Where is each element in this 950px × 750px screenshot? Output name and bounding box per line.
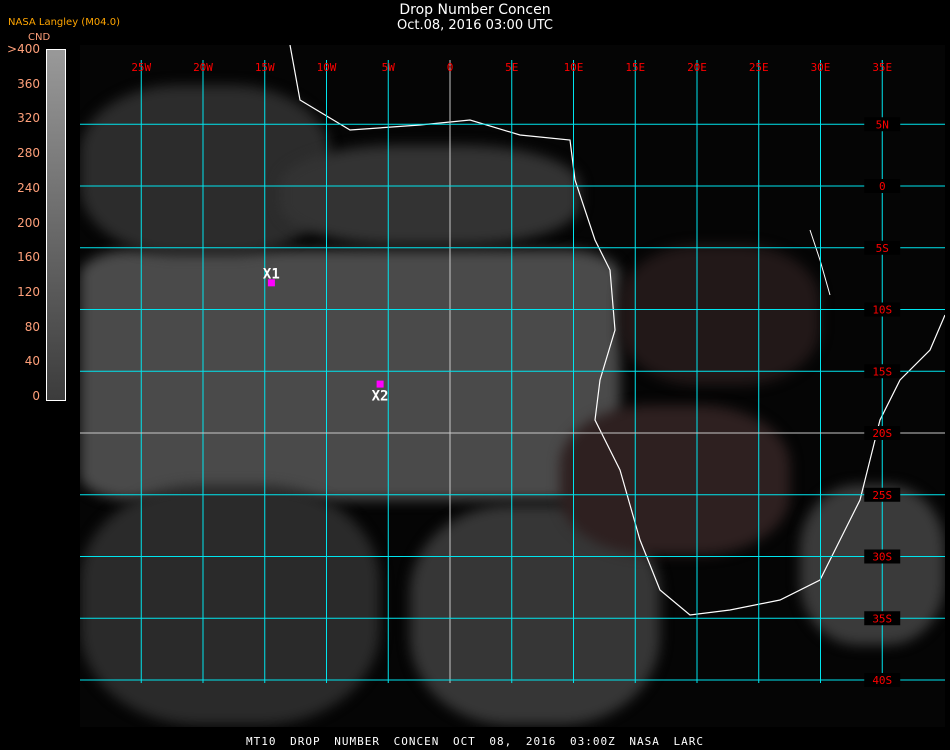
scale-tick-label: 80 bbox=[24, 319, 40, 334]
scale-tick-label: 40 bbox=[24, 354, 40, 369]
lat-label: 25S bbox=[872, 489, 892, 502]
lat-label: 10S bbox=[872, 304, 892, 317]
scale-tick-label: 280 bbox=[17, 146, 40, 161]
lat-label: 40S bbox=[872, 674, 892, 687]
lon-label: 25W bbox=[131, 61, 151, 74]
map-overlay: 25W 20W 15W 10W 5W 0 5E 10E 15E 20E 25E 30E 35E 5N 0 5S… bbox=[80, 45, 945, 687]
lon-label: 10W bbox=[317, 61, 337, 74]
lon-label: 25E bbox=[749, 61, 769, 74]
scale-tick-label: 320 bbox=[17, 111, 40, 126]
brand-label: NASA Langley (M04.0) bbox=[8, 17, 120, 28]
scale-tick-label: 160 bbox=[17, 250, 40, 265]
lat-label: 30S bbox=[872, 551, 892, 564]
scale-tick-label: 360 bbox=[17, 76, 40, 91]
chart-subtitle: Oct.08, 2016 03:00 UTC bbox=[397, 18, 553, 33]
lon-label: 15E bbox=[625, 61, 645, 74]
chart-title: Drop Number Concen bbox=[399, 2, 551, 18]
lon-label: 5E bbox=[505, 61, 518, 74]
lon-label: 30E bbox=[811, 61, 831, 74]
scale-tick-label: 0 bbox=[32, 389, 40, 403]
lat-label: 35S bbox=[872, 612, 892, 625]
satellite-map: 25W 20W 15W 10W 5W 0 5E 10E 15E 20E 25E 30E 35E 5N 0 5S… bbox=[80, 45, 945, 727]
scale-tick-label: 120 bbox=[17, 284, 40, 299]
lat-label: 20S bbox=[872, 427, 892, 440]
scale-tick-label: 240 bbox=[17, 180, 40, 195]
marker-label: X1 bbox=[263, 266, 280, 282]
color-scale-bar bbox=[46, 49, 66, 401]
marker-label: X2 bbox=[372, 389, 389, 405]
lat-label: 5S bbox=[876, 242, 889, 255]
location-marker bbox=[376, 380, 384, 388]
scale-tick-label: >400 bbox=[7, 42, 40, 56]
lon-label: 35E bbox=[872, 61, 892, 74]
scale-tick-label: 200 bbox=[17, 215, 40, 230]
lon-label: 20W bbox=[193, 61, 213, 74]
lat-label: 15S bbox=[872, 365, 892, 378]
lon-label: 0 bbox=[447, 61, 454, 74]
lon-label: 15W bbox=[255, 61, 275, 74]
lon-label: 20E bbox=[687, 61, 707, 74]
lat-label: 0 bbox=[879, 180, 886, 193]
lat-label: 5N bbox=[876, 118, 889, 131]
footer-caption: MT10 DROP NUMBER CONCEN OCT 08, 2016 03:… bbox=[246, 735, 704, 748]
lon-label: 5W bbox=[382, 61, 396, 74]
lon-label: 10E bbox=[564, 61, 584, 74]
